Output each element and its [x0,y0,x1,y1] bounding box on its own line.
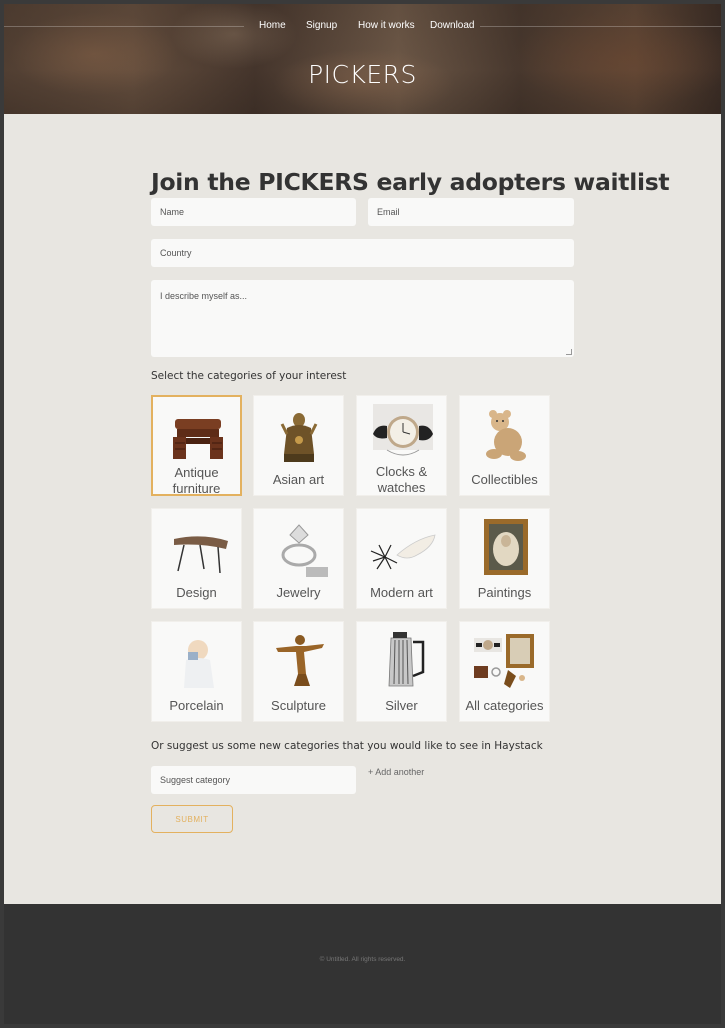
brand-title: PICKERS [308,60,417,89]
copyright-text: © Untitled. All rights reserved. [319,956,406,963]
collage-icon [474,634,534,688]
page-title: Join the PICKERS early adopters waitlist [151,168,670,196]
footer: © Untitled. All rights reserved. [4,904,721,1024]
category-antique-furniture[interactable]: Antique furniture [151,395,242,496]
category-label: Sculpture [271,698,326,713]
category-label: Modern art [370,585,433,600]
category-all-categories[interactable]: All categories [459,621,550,722]
category-label: Clocks & watches [375,464,428,495]
category-label: Antique furniture [172,465,221,496]
suggest-label: Or suggest us some new categories that y… [151,740,543,752]
bronze-statue-icon [276,635,324,686]
nav-divider-right [480,26,721,27]
hero-header: Home Signup How it works Download PICKER… [4,4,721,114]
category-label: Collectibles [471,472,538,487]
teddy-bear-icon [486,410,526,461]
category-label: Paintings [477,585,532,600]
category-jewelry[interactable]: Jewelry [253,508,344,609]
category-label: Silver [385,698,418,713]
silver-pitcher-icon [388,632,425,687]
suggest-category-field[interactable] [151,766,356,794]
describe-textarea[interactable] [151,280,574,357]
category-modern-art[interactable]: Modern art [356,508,447,609]
nav-signup-link[interactable]: Signup [306,20,337,31]
category-label: All categories [465,698,544,713]
category-porcelain[interactable]: Porcelain [151,621,242,722]
diamond-ring-icon [281,524,328,577]
category-label: Design [176,585,217,600]
category-silver[interactable]: Silver [356,621,447,722]
page: Home Signup How it works Download PICKER… [4,4,721,1024]
category-label: Porcelain [169,698,224,713]
antique-desk-icon [173,419,223,459]
category-label: Jewelry [276,585,321,600]
category-collectibles[interactable]: Collectibles [459,395,550,496]
main-nav: Home Signup How it works Download [244,16,480,38]
country-field[interactable] [151,239,574,267]
modern-sculpture-icon [370,534,436,570]
categories-label: Select the categories of your interest [151,370,347,382]
category-sculpture[interactable]: Sculpture [253,621,344,722]
category-paintings[interactable]: Paintings [459,508,550,609]
email-field[interactable] [368,198,574,226]
nav-divider-left [4,26,244,27]
category-asian-art[interactable]: Asian art [253,395,344,496]
submit-button[interactable]: SUBMIT [151,805,233,833]
category-clocks-watches[interactable]: Clocks & watches [356,395,447,496]
category-design[interactable]: Design [151,508,242,609]
textarea-resize-handle[interactable] [566,349,572,355]
nav-home-link[interactable]: Home [259,20,286,31]
nav-how-it-works-link[interactable]: How it works [358,20,415,31]
name-field[interactable] [151,198,356,226]
category-label: Asian art [272,472,325,487]
framed-portrait-icon [484,519,528,575]
porcelain-figure-icon [184,640,214,688]
nav-download-link[interactable]: Download [430,20,474,31]
buddha-statue-icon [280,413,318,462]
add-another-link[interactable]: + Add another [368,767,424,777]
wristwatch-icon [373,404,433,456]
design-table-icon [174,536,228,574]
